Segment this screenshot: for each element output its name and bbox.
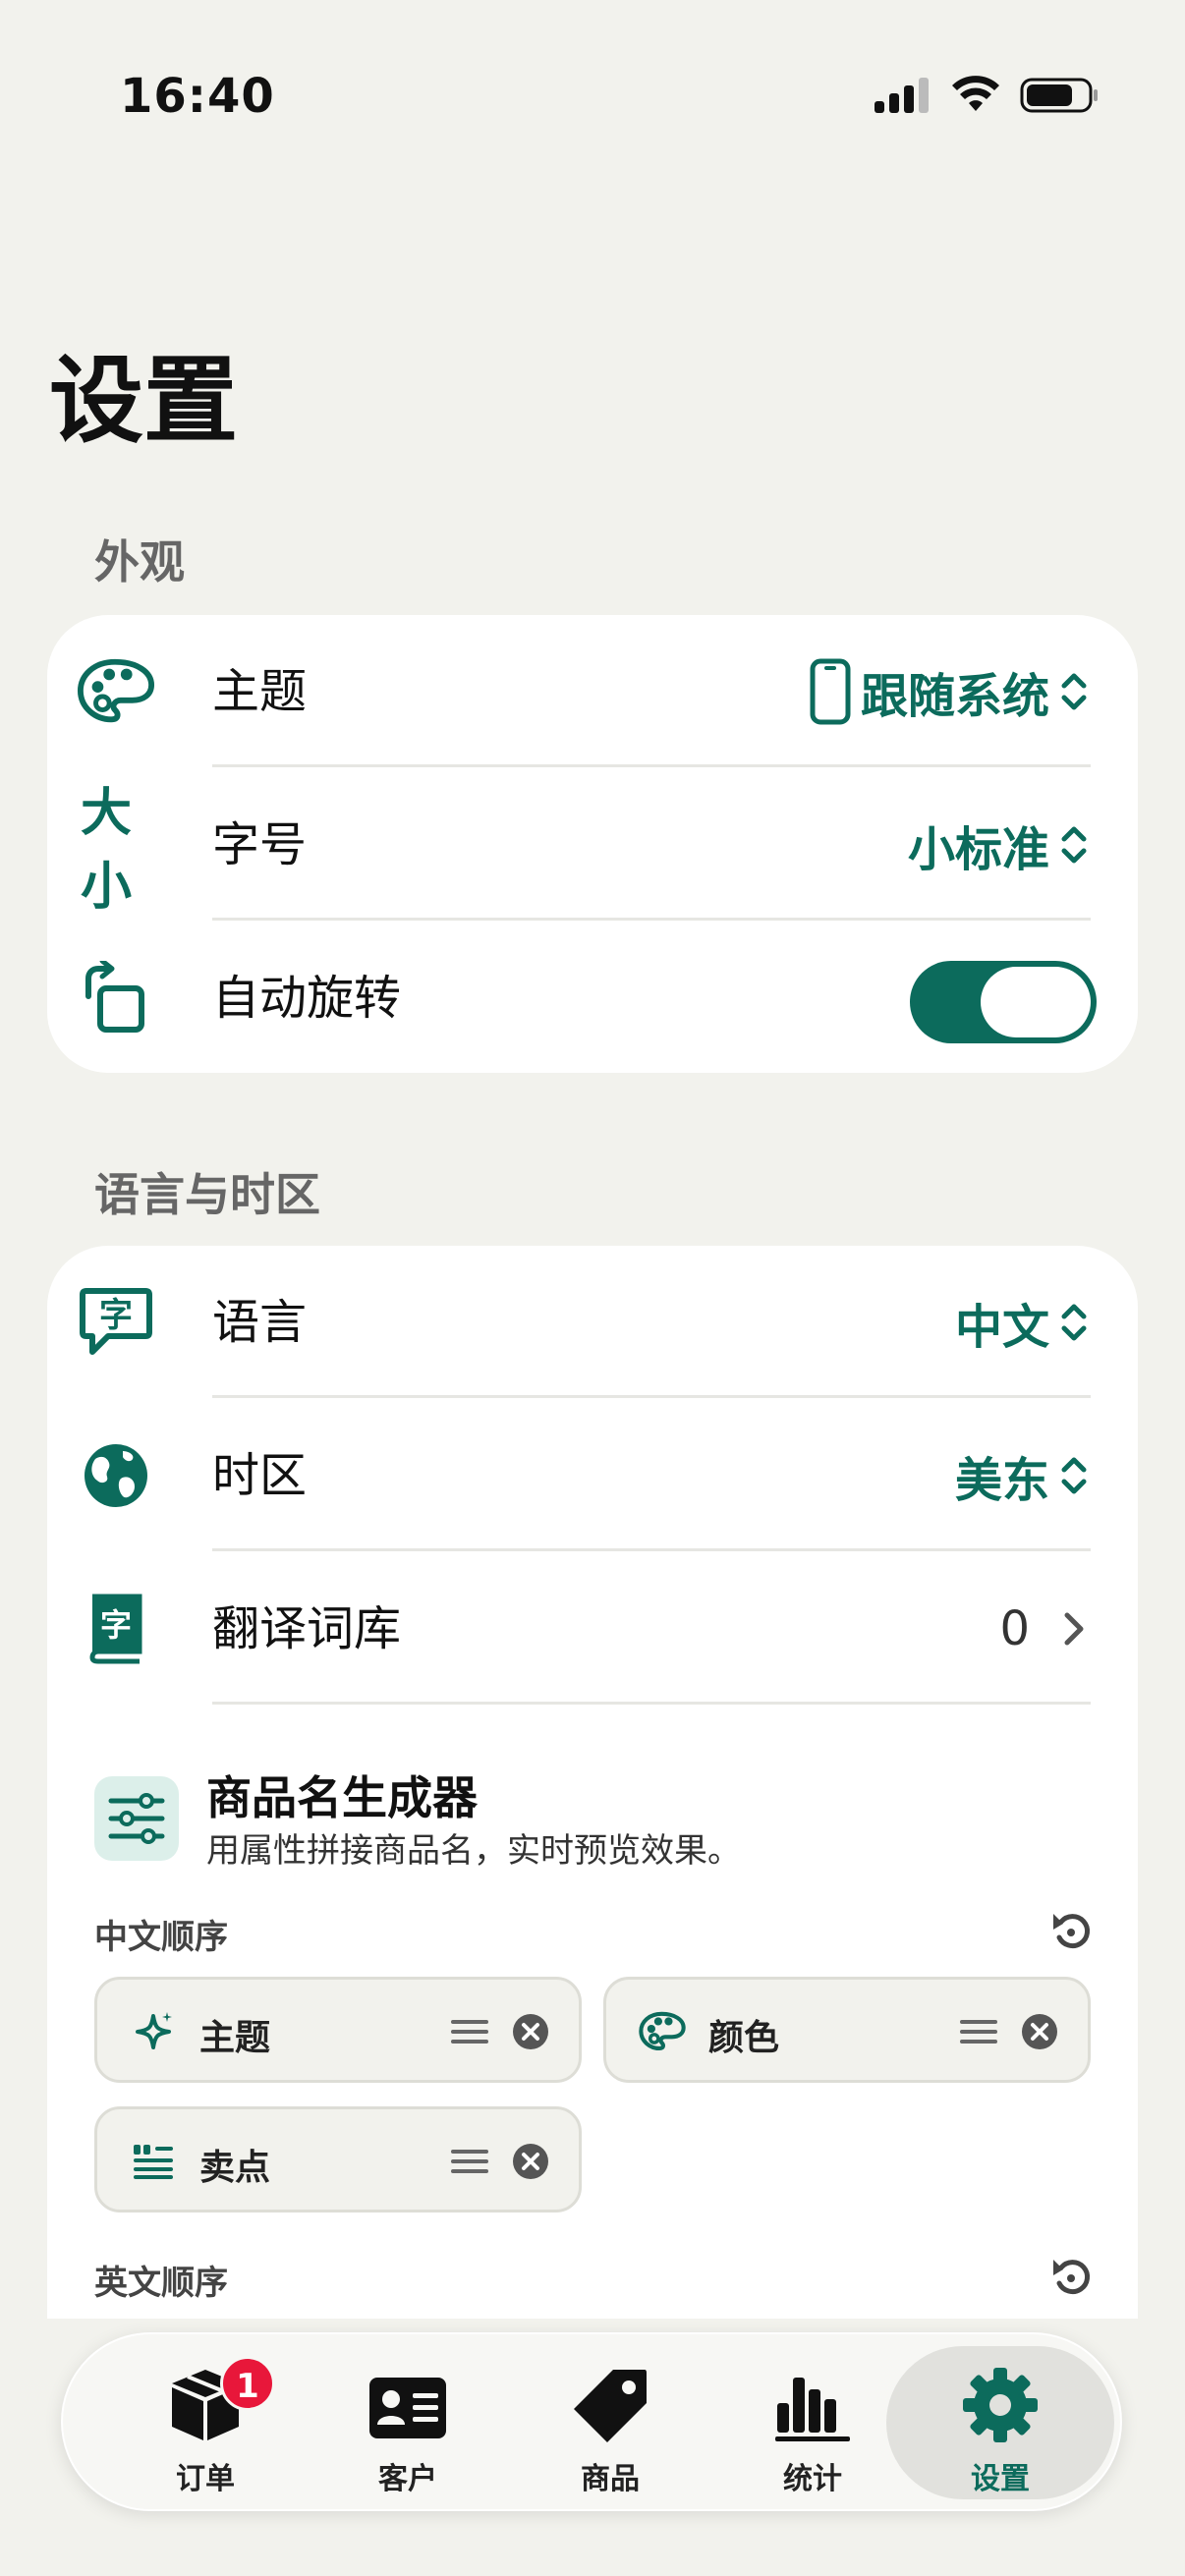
bar-chart-icon: [775, 2378, 850, 2441]
chevron-up-down-icon: [1061, 1457, 1087, 1494]
theme-select[interactable]: 跟随系统: [810, 658, 1089, 725]
timezone-value: 美东: [954, 1453, 1049, 1508]
dictionary-label: 翻译词库: [212, 1601, 402, 1656]
chinese-order-label: 中文顺序: [94, 1918, 228, 1957]
chevron-up-down-icon: [1061, 1304, 1087, 1341]
remove-chip-icon[interactable]: [1021, 2013, 1058, 2050]
globe-icon: [77, 1436, 155, 1515]
text-size-icon: 大小: [81, 784, 133, 917]
auto-rotate-toggle[interactable]: [910, 961, 1097, 1043]
language-card: 字 语言 中文 时区 美东 字 翻译词库 0 商品名生成器 用属性拼接商品名，实…: [47, 1246, 1138, 2385]
palette-icon: [636, 2005, 689, 2058]
reset-icon[interactable]: [1049, 2252, 1093, 2297]
font-size-label: 字号: [212, 817, 308, 872]
language-value: 中文: [954, 1300, 1049, 1355]
timezone-label: 时区: [212, 1448, 308, 1503]
dictionary-count: 0: [999, 1601, 1030, 1656]
dictionary-link[interactable]: 0: [999, 1599, 1089, 1658]
chip-label: 主题: [199, 2018, 271, 2058]
attribute-chip[interactable]: 卖点: [94, 2106, 582, 2212]
tab-customers[interactable]: 客户: [307, 2346, 509, 2499]
chevron-up-down-icon: [1061, 826, 1087, 864]
divider: [212, 764, 1091, 767]
remove-chip-icon[interactable]: [512, 2143, 549, 2180]
auto-rotate-row: 自动旋转: [47, 922, 1138, 1075]
divider: [212, 1548, 1091, 1551]
divider: [212, 918, 1091, 921]
drag-handle-icon[interactable]: [451, 2019, 488, 2044]
font-size-value: 小标准: [907, 822, 1049, 877]
section-label-appearance: 外观: [94, 535, 185, 588]
language-select[interactable]: 中文: [955, 1293, 1089, 1355]
language-row[interactable]: 字 语言 中文: [47, 1246, 1138, 1399]
tab-label: 订单: [176, 2462, 235, 2496]
tab-label: 设置: [971, 2462, 1030, 2496]
phone-icon: [810, 658, 851, 725]
appearance-card: 主题 跟随系统 大小 字号 小标准 自动旋转: [47, 615, 1138, 1073]
timezone-select[interactable]: 美东: [955, 1446, 1089, 1508]
dictionary-book-icon: 字: [77, 1590, 155, 1668]
speech-bubble-character-icon: 字: [77, 1283, 155, 1362]
tab-label: 统计: [783, 2462, 842, 2496]
contact-card-icon: [369, 2378, 446, 2438]
section-label-language-timezone: 语言与时区: [94, 1168, 320, 1221]
svg-text:字: 字: [99, 1296, 133, 1335]
attribute-chip[interactable]: 颜色: [603, 1977, 1091, 2083]
palette-icon: [77, 652, 155, 731]
page-title: 设置: [49, 346, 238, 456]
theme-label: 主题: [212, 664, 308, 719]
font-size-select[interactable]: 小标准: [908, 815, 1089, 877]
sliders-icon: [94, 1776, 179, 1861]
remove-chip-icon[interactable]: [512, 2013, 549, 2050]
chevron-right-icon: [1064, 1612, 1084, 1646]
tab-label: 客户: [378, 2462, 437, 2496]
tab-products[interactable]: 商品: [509, 2346, 711, 2499]
orders-badge: 1: [220, 2356, 275, 2411]
theme-value: 跟随系统: [860, 669, 1049, 724]
wifi-icon: [952, 76, 999, 111]
status-time: 16:40: [120, 69, 275, 124]
tag-icon: [574, 2370, 647, 2442]
status-icons: [875, 73, 1100, 118]
toggle-knob: [981, 967, 1091, 1037]
timezone-row[interactable]: 时区 美东: [47, 1399, 1138, 1552]
chip-label: 颜色: [708, 2018, 780, 2058]
tab-statistics[interactable]: 统计: [711, 2346, 914, 2499]
font-size-row[interactable]: 大小 字号 小标准: [47, 768, 1138, 922]
name-generator-subtitle: 用属性拼接商品名，实时预览效果。: [206, 1831, 741, 1871]
quote-list-icon: [127, 2135, 180, 2188]
language-label: 语言: [212, 1295, 308, 1350]
tab-orders[interactable]: 1 订单: [104, 2346, 307, 2499]
cellular-signal-icon: [875, 78, 929, 113]
tab-label: 商品: [581, 2462, 640, 2496]
tab-settings[interactable]: 设置: [886, 2346, 1114, 2499]
sparkle-icon: [127, 2005, 180, 2058]
attribute-chip[interactable]: 主题: [94, 1977, 582, 2083]
theme-row[interactable]: 主题 跟随系统: [47, 615, 1138, 768]
drag-handle-icon[interactable]: [960, 2019, 997, 2044]
divider: [212, 1702, 1091, 1705]
dictionary-row[interactable]: 字 翻译词库 0: [47, 1552, 1138, 1706]
tab-bar: 1 订单 客户 商品 统计 设置: [61, 2332, 1122, 2511]
chip-label: 卖点: [199, 2148, 271, 2188]
svg-text:字: 字: [100, 1606, 132, 1644]
reset-icon[interactable]: [1049, 1906, 1093, 1951]
english-order-label: 英文顺序: [94, 2264, 228, 2303]
drag-handle-icon[interactable]: [451, 2149, 488, 2174]
gear-icon: [963, 2368, 1038, 2442]
battery-icon: [1020, 78, 1098, 113]
chevron-up-down-icon: [1061, 673, 1087, 710]
name-generator-title: 商品名生成器: [206, 1771, 478, 1824]
auto-rotate-label: 自动旋转: [212, 971, 402, 1026]
divider: [212, 1395, 1091, 1398]
rotate-icon: [77, 959, 155, 1037]
